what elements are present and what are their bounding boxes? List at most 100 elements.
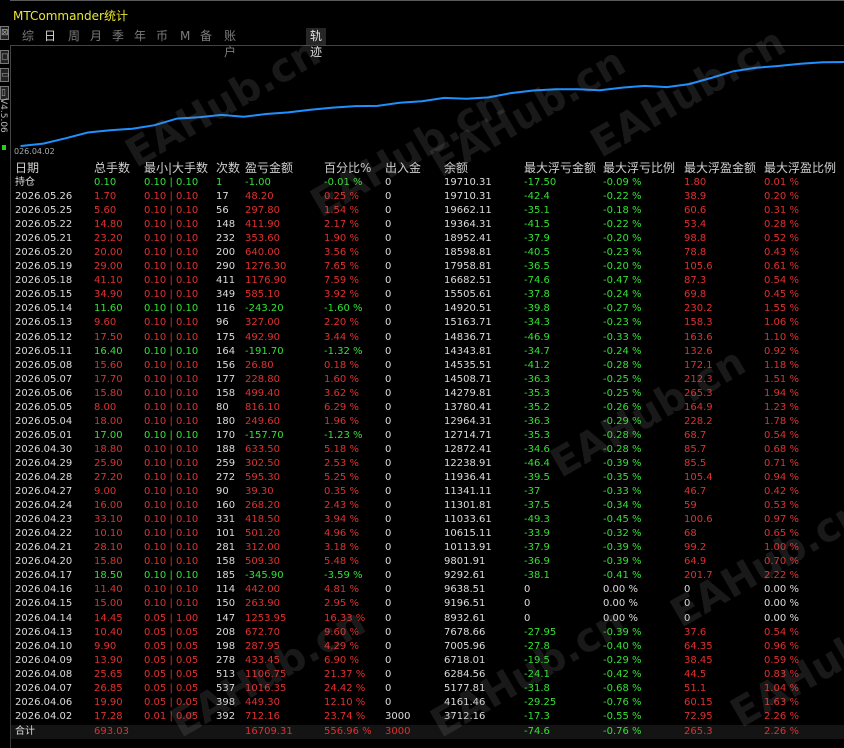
cell-max-float-profit-pct: 1.04 % <box>764 682 799 694</box>
table-row[interactable]: 2026.04.14 14.45 0.05 | 1.00 147 1253.95 16.3… <box>11 612 844 626</box>
cell-percent: 9.60 % <box>324 626 359 638</box>
table-row[interactable]: 2026.04.08 25.65 0.05 | 0.05 513 1106.75 21.3… <box>11 668 844 682</box>
cell-balance: 16682.51 <box>444 275 492 287</box>
table-row[interactable]: 2026.05.07 17.70 0.10 | 0.10 177 228.80 1.60 … <box>11 373 844 387</box>
table-row[interactable]: 2026.05.22 14.80 0.10 | 0.10 148 411.90 2.17 … <box>11 218 844 232</box>
close-icon[interactable]: ⊠ <box>0 26 9 40</box>
tab-symbol[interactable]: 币 <box>156 28 168 46</box>
equity-point <box>42 142 45 145</box>
table-row[interactable]: 2026.05.18 41.10 0.10 | 0.10 411 1176.90 7.59… <box>11 274 844 288</box>
cell-deposit: 0 <box>385 654 392 666</box>
table-row[interactable]: 2026.05.08 15.60 0.10 | 0.10 156 26.80 0.18 %… <box>11 359 844 373</box>
cell-percent: 2.20 % <box>324 317 359 329</box>
cell-max-float-profit-pct: 2.22 % <box>764 570 799 582</box>
table-row[interactable]: 2026.05.06 15.80 0.10 | 0.10 158 499.40 3.62 … <box>11 387 844 401</box>
table-row[interactable]: 2026.04.15 15.00 0.10 | 0.10 150 263.90 2.95 … <box>11 597 844 611</box>
table-row[interactable]: 2026.04.09 13.90 0.05 | 0.05 278 433.45 6.90 … <box>11 654 844 668</box>
tab-overview[interactable]: 综 <box>22 28 34 46</box>
cell-percent: 21.37 % <box>324 668 366 680</box>
cell-deposit: 0 <box>385 598 392 610</box>
cell-min-max-lots: 最小|大手数 <box>144 161 209 175</box>
table-row[interactable]: 2026.05.12 17.50 0.10 | 0.10 175 492.90 3.44 … <box>11 331 844 345</box>
restore-icon[interactable]: ◻ <box>0 50 9 64</box>
cell-total-lots: 29.00 <box>94 261 123 273</box>
tab-monthly[interactable]: 月 <box>90 28 102 46</box>
tab-account[interactable]: 账户 <box>224 28 236 59</box>
table-row[interactable]: 2026.04.02 17.28 0.01 | 0.05 392 712.16 23.74… <box>11 710 844 724</box>
table-row[interactable]: 2026.05.15 34.90 0.10 | 0.10 349 585.10 3.92 … <box>11 288 844 302</box>
table-row[interactable]: 2026.04.27 9.00 0.10 | 0.10 90 39.30 0.35 % 0 1… <box>11 485 844 499</box>
cell-percent: 4.96 % <box>324 528 359 540</box>
cell-max-float-loss: -74.6 <box>524 725 550 737</box>
cell-max-float-profit-pct: 0.53 % <box>764 500 799 512</box>
table-row[interactable]: 2026.04.29 25.90 0.10 | 0.10 259 302.50 2.53 … <box>11 457 844 471</box>
cell-balance: 12964.31 <box>444 415 492 427</box>
cell-percent: -3.59 % <box>324 570 363 582</box>
table-row[interactable]: 2026.04.23 33.10 0.10 | 0.10 331 418.50 3.94 … <box>11 513 844 527</box>
cell-count: 290 <box>216 261 236 273</box>
cell-total-lots: 11.40 <box>94 584 123 596</box>
chart-start-date: 026.04.02 <box>14 147 55 156</box>
total-row[interactable]: 合计 693.03 16709.31 556.96 % 3000 -74.6 -0.76 %… <box>11 724 844 739</box>
cell-total-lots: 18.50 <box>94 570 123 582</box>
tab-magic[interactable]: M <box>180 28 190 46</box>
cell-pnl: 327.00 <box>245 317 280 329</box>
tab-yearly[interactable]: 年 <box>134 28 146 46</box>
cell-total-lots: 9.90 <box>94 640 117 652</box>
cell-max-float-loss-pct: 0.00 % <box>603 598 638 610</box>
cell-balance: 12238.91 <box>444 457 492 469</box>
table-row[interactable]: 2026.04.13 10.40 0.05 | 0.05 208 672.70 9.60 … <box>11 626 844 640</box>
tab-trajectory[interactable]: 轨迹 <box>306 28 327 59</box>
cell-percent: 1.60 % <box>324 373 359 385</box>
table-row[interactable]: 2026.05.21 23.20 0.10 | 0.10 232 353.60 1.90 … <box>11 232 844 246</box>
table-row[interactable]: 2026.05.05 8.00 0.10 | 0.10 80 816.10 6.29 % 0… <box>11 401 844 415</box>
cell-max-float-loss: -19.5 <box>524 654 550 666</box>
table-row[interactable]: 2026.04.07 26.85 0.05 | 0.05 537 1016.35 24.4… <box>11 682 844 696</box>
cell-balance: 5177.81 <box>444 682 486 694</box>
table-row[interactable]: 2026.04.06 19.90 0.05 | 0.05 398 449.30 12.10… <box>11 696 844 710</box>
cell-max-float-loss: -49.3 <box>524 514 550 526</box>
cell-date: 2026.04.21 <box>15 542 73 554</box>
table-row[interactable]: 2026.04.22 10.10 0.10 | 0.10 101 501.20 4.96 … <box>11 527 844 541</box>
tab-quarterly[interactable]: 季 <box>112 28 124 46</box>
tab-weekly[interactable]: 周 <box>68 28 80 46</box>
table-row[interactable]: 2026.04.28 27.20 0.10 | 0.10 272 595.30 5.25 … <box>11 471 844 485</box>
table-row[interactable]: 2026.04.17 18.50 0.10 | 0.10 185 -345.90 -3.5… <box>11 569 844 583</box>
cell-balance: 7678.66 <box>444 626 486 638</box>
table-row[interactable]: 2026.04.10 9.90 0.05 | 0.05 198 287.95 4.29 %… <box>11 640 844 654</box>
cell-date: 2026.04.02 <box>15 710 73 722</box>
tab-notes[interactable]: 备 <box>200 28 212 46</box>
table-row[interactable]: 2026.05.14 11.60 0.10 | 0.10 116 -243.20 -1.6… <box>11 302 844 316</box>
cell-date: 2026.05.20 <box>15 247 73 259</box>
table-row[interactable]: 2026.04.16 11.40 0.10 | 0.10 114 442.00 4.81 … <box>11 583 844 597</box>
cell-percent: -1.60 % <box>324 303 363 315</box>
cell-max-float-loss: -36.5 <box>524 261 550 273</box>
table-row[interactable]: 2026.05.19 29.00 0.10 | 0.10 290 1276.30 7.65… <box>11 260 844 274</box>
table-row[interactable]: 2026.04.30 18.80 0.10 | 0.10 188 633.50 5.18 … <box>11 443 844 457</box>
table-row[interactable]: 2026.05.01 17.00 0.10 | 0.10 170 -157.70 -1.2… <box>11 429 844 443</box>
cell-min-max-lots: 0.10 | 0.10 <box>144 247 199 259</box>
cell-max-float-profit: 69.8 <box>684 289 707 301</box>
cell-balance: 15505.61 <box>444 289 492 301</box>
cell-max-float-profit-pct: 0.31 % <box>764 205 799 217</box>
cell-pnl: 353.60 <box>245 233 280 245</box>
table-row[interactable]: 2026.05.26 1.70 0.10 | 0.10 17 48.20 0.25 % 0 1… <box>11 190 844 204</box>
cell-max-float-loss: -34.3 <box>524 317 550 329</box>
cell-balance: 9292.61 <box>444 570 486 582</box>
cell-max-float-profit-pct: 0.52 % <box>764 233 799 245</box>
cell-max-float-profit: 99.2 <box>684 542 707 554</box>
cell-pnl: 433.45 <box>245 654 280 666</box>
table-row[interactable]: 2026.04.24 16.00 0.10 | 0.10 160 268.20 2.43 … <box>11 499 844 513</box>
position-row[interactable]: 持仓 0.10 0.10 | 0.10 1 -1.00 -0.01 % 0 19710.31 -… <box>11 176 844 190</box>
table-row[interactable]: 2026.05.20 20.00 0.10 | 0.10 200 640.00 3.56 … <box>11 246 844 260</box>
table-row[interactable]: 2026.05.25 5.60 0.10 | 0.10 56 297.80 1.54 % 0… <box>11 204 844 218</box>
cell-pnl: 492.90 <box>245 331 280 343</box>
table-row[interactable]: 2026.04.21 28.10 0.10 | 0.10 281 312.00 3.18 … <box>11 541 844 555</box>
table-row[interactable]: 2026.05.11 16.40 0.10 | 0.10 164 -191.70 -1.3… <box>11 345 844 359</box>
table-row[interactable]: 2026.04.20 15.80 0.10 | 0.10 158 509.30 5.48 … <box>11 555 844 569</box>
cell-max-float-loss-pct: -0.22 % <box>603 219 642 231</box>
table-row[interactable]: 2026.05.13 9.60 0.10 | 0.10 96 327.00 2.20 % 0… <box>11 316 844 330</box>
minimize-icon[interactable]: ▭ <box>0 68 10 82</box>
table-row[interactable]: 2026.05.04 18.00 0.10 | 0.10 180 249.60 1.96 … <box>11 415 844 429</box>
tab-daily[interactable]: 日 <box>44 28 56 46</box>
